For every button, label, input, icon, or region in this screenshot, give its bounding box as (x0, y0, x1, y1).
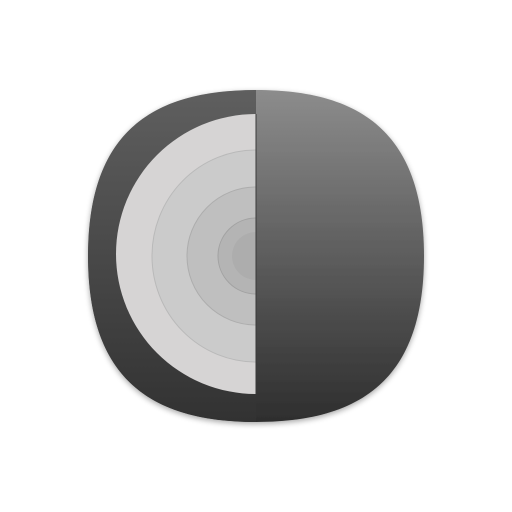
app-icon[interactable] (0, 0, 512, 512)
icon-canvas: half-concentric-rings-app-icon (0, 0, 512, 512)
